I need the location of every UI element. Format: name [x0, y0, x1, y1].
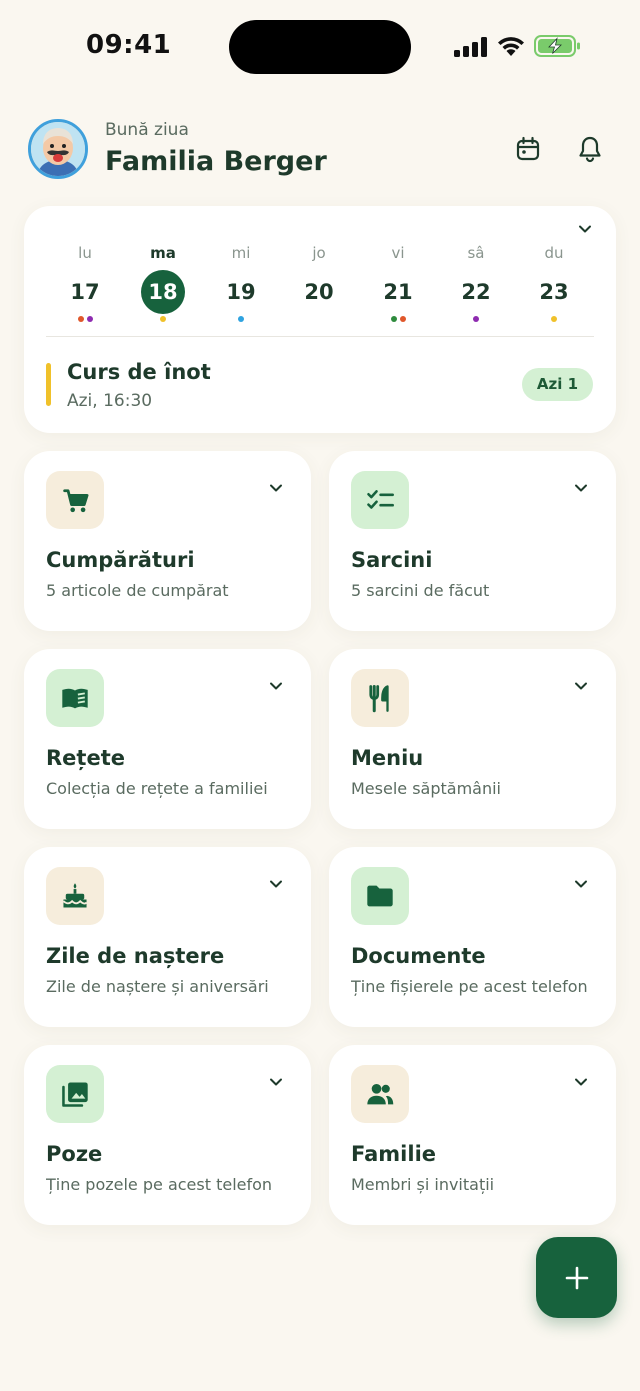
- event-dot: [160, 316, 166, 322]
- feature-tile[interactable]: Rețete Colecția de rețete a familiei: [24, 649, 311, 829]
- calendar-day[interactable]: sâ 22: [451, 244, 501, 324]
- day-abbr: du: [544, 244, 564, 262]
- bell-icon: [579, 136, 601, 163]
- event-dots: [294, 316, 344, 324]
- folder-icon: [351, 867, 409, 925]
- page-title: Familia Berger: [105, 146, 327, 177]
- day-number: 17: [70, 280, 100, 304]
- calendar-day[interactable]: vi 21: [373, 244, 423, 324]
- cutlery-icon: [351, 669, 409, 727]
- status-time: 09:41: [86, 30, 172, 60]
- event-dot: [390, 316, 397, 322]
- day-abbr: lu: [78, 244, 92, 262]
- chevron-down-icon[interactable]: [267, 479, 285, 497]
- tile-title: Cumpărături: [46, 548, 195, 572]
- event-dot: [473, 316, 479, 322]
- feature-tile[interactable]: Poze Ține pozele pe acest telefon: [24, 1045, 311, 1225]
- greeting-text: Bună ziua: [105, 120, 189, 140]
- calendar-day[interactable]: du 23: [529, 244, 579, 324]
- add-button[interactable]: [536, 1237, 617, 1318]
- cart-icon: [46, 471, 104, 529]
- calendar-icon: [516, 136, 540, 161]
- event-title[interactable]: Curs de înot: [67, 360, 211, 384]
- feature-tile[interactable]: Meniu Mesele săptămânii: [329, 649, 616, 829]
- event-dot: [86, 316, 93, 322]
- day-number: 22: [461, 280, 491, 304]
- tile-title: Meniu: [351, 746, 424, 770]
- day-number: 19: [226, 280, 256, 304]
- tile-subtitle: Zile de naștere și aniversări: [46, 977, 269, 996]
- event-dots: [138, 316, 188, 324]
- book-icon: [46, 669, 104, 727]
- day-abbr: sâ: [467, 244, 485, 262]
- feature-tile[interactable]: Cumpărături 5 articole de cumpărat: [24, 451, 311, 631]
- calendar-day[interactable]: mi 19: [216, 244, 266, 324]
- chevron-down-icon[interactable]: [267, 875, 285, 893]
- event-dots: [373, 316, 423, 324]
- divider: [46, 336, 594, 337]
- tile-title: Familie: [351, 1142, 437, 1166]
- notifications-button[interactable]: [573, 131, 607, 167]
- calendar-button[interactable]: [511, 131, 545, 167]
- day-abbr: jo: [312, 244, 326, 262]
- avatar[interactable]: [28, 119, 88, 179]
- event-dot: [238, 316, 244, 322]
- photos-icon: [46, 1065, 104, 1123]
- tile-subtitle: 5 sarcini de făcut: [351, 581, 490, 600]
- wifi-icon: [498, 37, 524, 56]
- tile-subtitle: Ține fișierele pe acest telefon: [351, 977, 588, 996]
- today-badge[interactable]: Azi 1: [521, 368, 593, 401]
- tile-subtitle: 5 articole de cumpărat: [46, 581, 229, 600]
- feature-tile[interactable]: Zile de naștere Zile de naștere și aniver…: [24, 847, 311, 1027]
- event-dots: [529, 316, 579, 324]
- chevron-down-icon[interactable]: [267, 1073, 285, 1091]
- chevron-down-icon[interactable]: [572, 1073, 590, 1091]
- day-number: 21: [383, 280, 413, 304]
- tile-subtitle: Membri și invitații: [351, 1175, 495, 1194]
- dynamic-island: [229, 20, 411, 74]
- event-color-bar: [46, 363, 51, 406]
- day-abbr: ma: [150, 244, 176, 262]
- day-number: 23: [539, 280, 569, 304]
- status-bar: 09:41: [0, 0, 640, 95]
- event-dot: [551, 316, 557, 322]
- people-icon: [351, 1065, 409, 1123]
- chevron-down-icon[interactable]: [572, 875, 590, 893]
- tile-subtitle: Colecția de rețete a familiei: [46, 779, 268, 798]
- event-dots: [216, 316, 266, 324]
- tile-subtitle: Mesele săptămânii: [351, 779, 501, 798]
- day-number-selected: 18: [141, 270, 185, 314]
- calendar-day[interactable]: lu 17: [60, 244, 110, 324]
- calendar-day[interactable]: jo 20: [294, 244, 344, 324]
- avatar-illustration: [31, 122, 85, 176]
- calendar-day[interactable]: ma 18: [138, 244, 188, 324]
- feature-tile[interactable]: Sarcini 5 sarcini de făcut: [329, 451, 616, 631]
- tile-subtitle: Ține pozele pe acest telefon: [46, 1175, 273, 1194]
- week-calendar-card: lu 17 ma 18 mi 19 jo 20 vi 21 sâ 22 du 23 Curs de îno…: [24, 206, 616, 433]
- tile-title: Poze: [46, 1142, 103, 1166]
- feature-tile[interactable]: Documente Ține fișierele pe acest telefon: [329, 847, 616, 1027]
- event-time: Azi, 16:30: [67, 391, 153, 411]
- cellular-signal-icon: [454, 37, 487, 57]
- event-dot: [399, 316, 406, 322]
- chevron-down-icon[interactable]: [572, 677, 590, 695]
- plus-icon: [565, 1266, 588, 1289]
- day-abbr: mi: [231, 244, 251, 262]
- day-abbr: vi: [391, 244, 405, 262]
- feature-tile[interactable]: Familie Membri și invitații: [329, 1045, 616, 1225]
- cake-icon: [46, 867, 104, 925]
- tile-title: Sarcini: [351, 548, 433, 572]
- event-dot: [77, 316, 84, 322]
- checklist-icon: [351, 471, 409, 529]
- chevron-down-icon[interactable]: [267, 677, 285, 695]
- battery-charging-icon: [534, 35, 580, 57]
- event-dots: [451, 316, 501, 324]
- tile-title: Documente: [351, 944, 486, 968]
- chevron-down-icon[interactable]: [576, 220, 594, 238]
- tile-title: Rețete: [46, 746, 125, 770]
- day-number: 20: [304, 280, 334, 304]
- chevron-down-icon[interactable]: [572, 479, 590, 497]
- tile-title: Zile de naștere: [46, 944, 225, 968]
- event-dots: [60, 316, 110, 324]
